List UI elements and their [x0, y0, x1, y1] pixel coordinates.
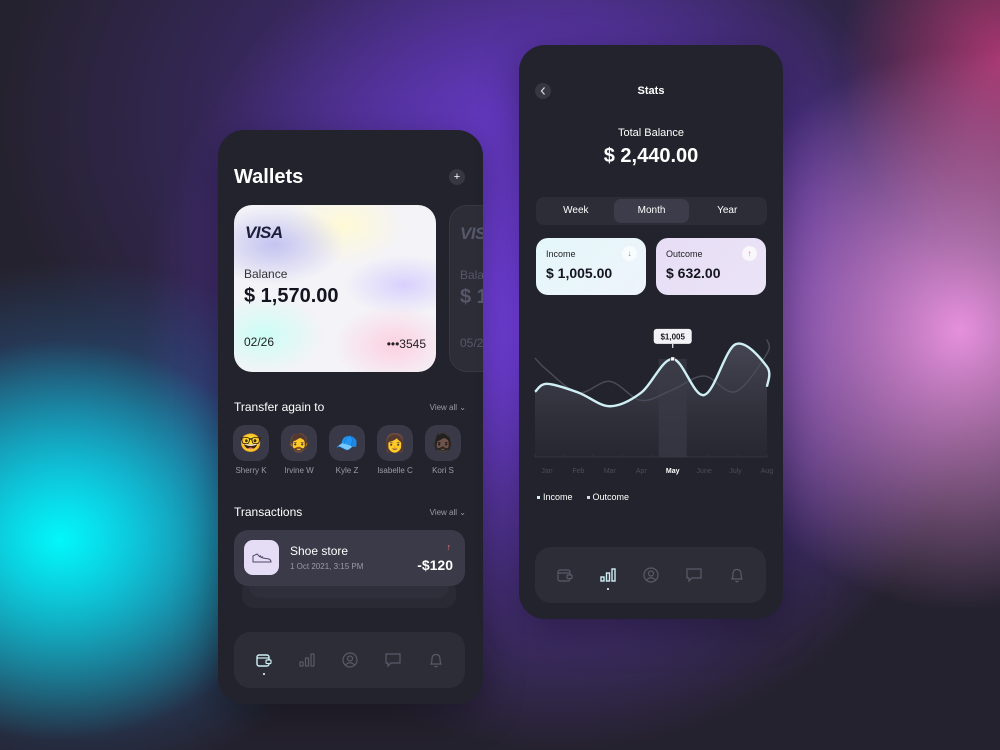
page-title: Wallets [234, 166, 304, 188]
wallet-icon [556, 569, 573, 582]
card-balance: $ 1,570.00 [244, 285, 339, 307]
x-tick-label: Apr [636, 468, 648, 475]
stats-screen: Stats Total Balance $ 2,440.00 Week Mont… [519, 45, 783, 619]
outcome-card[interactable]: Outcome ↑ $ 632.00 [656, 238, 766, 295]
transfer-view-all-link[interactable]: View all ⌄ [430, 403, 466, 412]
tab-week[interactable]: Week [538, 199, 614, 223]
wallet-card-next[interactable]: VISA Balance $ 1 05/2 [449, 205, 483, 372]
wallets-screen: Wallets + VISA Balance $ 1,570.00 02/26 … [218, 130, 483, 704]
card-balance-label: Balance [460, 268, 483, 282]
add-wallet-button[interactable]: + [449, 169, 465, 185]
card-balance: $ 1 [460, 286, 483, 308]
arrow-up-icon: ↑ [446, 542, 452, 552]
outcome-amount: $ 632.00 [666, 265, 721, 281]
nav-stats[interactable] [295, 648, 319, 672]
income-area [535, 343, 770, 457]
total-balance: $ 2,440.00 [603, 145, 699, 167]
x-tick-label: Aug [761, 468, 774, 475]
bottom-nav [535, 547, 766, 603]
card-balance-label: Balance [244, 267, 288, 281]
bell-icon [730, 568, 743, 583]
tab-year[interactable]: Year [689, 199, 765, 223]
contact-item[interactable]: 🤓 Sherry K [233, 425, 269, 475]
transaction-name: Shoe store [290, 544, 349, 558]
tab-month[interactable]: Month [613, 199, 690, 223]
page-title: Stats [637, 85, 665, 97]
legend-outcome[interactable]: Outcome [586, 492, 629, 502]
x-tick-label: May [666, 468, 680, 475]
card-expiry: 05/2 [460, 336, 483, 350]
transaction-amount: -$120 [417, 557, 453, 573]
nav-notifications[interactable] [424, 648, 448, 672]
nav-messages[interactable] [381, 648, 405, 672]
user-icon [341, 652, 358, 668]
income-label: Income [546, 249, 576, 259]
transaction-date: 1 Oct 2021, 3:15 PM [290, 562, 364, 571]
x-tick-label: June [697, 468, 712, 475]
card-number: •••3545 [386, 337, 426, 351]
nav-wallet[interactable] [553, 563, 577, 587]
contact-item[interactable]: 🧔🏿 Kori S [425, 425, 461, 475]
tooltip-label: $1,005 [660, 332, 685, 341]
nav-wallet[interactable] [252, 648, 276, 675]
avatar: 🧢 [329, 425, 365, 461]
avatar: 👩 [377, 425, 413, 461]
nav-messages[interactable] [682, 563, 706, 587]
contact-item[interactable]: 👩 Isabelle C [377, 425, 413, 475]
chevron-down-icon: ⌄ [459, 403, 466, 412]
nav-notifications[interactable] [725, 563, 749, 587]
period-selector: Week Month Year [536, 197, 767, 225]
bar-chart-icon [298, 653, 315, 667]
shoe-icon [244, 540, 279, 575]
arrow-down-icon: ↓ [622, 246, 637, 261]
transactions-view-all-link[interactable]: View all ⌄ [430, 508, 466, 517]
avatar: 🤓 [233, 425, 269, 461]
income-card[interactable]: Income ↓ $ 1,005.00 [536, 238, 646, 295]
legend-swatch [586, 495, 590, 499]
chart-legend: Income Outcome [537, 492, 629, 502]
transaction-item[interactable]: Shoe store 1 Oct 2021, 3:15 PM ↑ -$120 [234, 530, 465, 586]
bell-icon [429, 653, 442, 668]
visa-logo: VISA [460, 224, 483, 243]
x-tick-label: Feb [572, 468, 584, 475]
user-icon [642, 567, 659, 583]
contact-item[interactable]: 🧔 Irvine W [281, 425, 317, 475]
chevron-down-icon: ⌄ [459, 508, 466, 517]
wallet-card[interactable]: VISA Balance $ 1,570.00 02/26 •••3545 [234, 205, 436, 372]
chat-icon [685, 567, 702, 582]
active-indicator [262, 673, 265, 675]
visa-logo: VISA [245, 223, 283, 242]
income-outcome-chart[interactable]: $1,005 Jan Feb Mar Apr May June July Aug [519, 325, 783, 485]
contact-item[interactable]: 🧢 Kyle Z [329, 425, 365, 475]
transfer-title: Transfer again to [234, 400, 325, 414]
nav-profile[interactable] [338, 648, 362, 672]
x-tick-label: Jan [541, 468, 552, 475]
transactions-title: Transactions [234, 505, 303, 519]
card-expiry: 02/26 [244, 335, 275, 349]
x-tick-label: July [729, 468, 742, 475]
contact-name: Kori S [432, 466, 454, 475]
nav-stats[interactable] [596, 563, 620, 590]
plus-icon: + [453, 171, 461, 183]
outcome-label: Outcome [666, 249, 703, 259]
highlight-marker [670, 356, 676, 362]
legend-income[interactable]: Income [537, 492, 573, 502]
highlight-column [658, 358, 687, 457]
total-balance-label: Total Balance [617, 127, 685, 139]
wallet-icon [255, 654, 272, 667]
avatar: 🧔 [281, 425, 317, 461]
x-tick-label: Mar [604, 468, 617, 475]
chat-icon [384, 652, 401, 667]
bottom-nav [234, 632, 465, 688]
arrow-up-icon: ↑ [742, 246, 757, 261]
active-indicator [606, 588, 609, 590]
income-amount: $ 1,005.00 [546, 265, 613, 281]
legend-swatch [537, 495, 540, 499]
bar-chart-icon [599, 568, 616, 582]
contact-list: 🤓 Sherry K 🧔 Irvine W 🧢 Kyle Z 👩 Isabell… [233, 425, 461, 475]
avatar: 🧔🏿 [425, 425, 461, 461]
nav-profile[interactable] [639, 563, 663, 587]
